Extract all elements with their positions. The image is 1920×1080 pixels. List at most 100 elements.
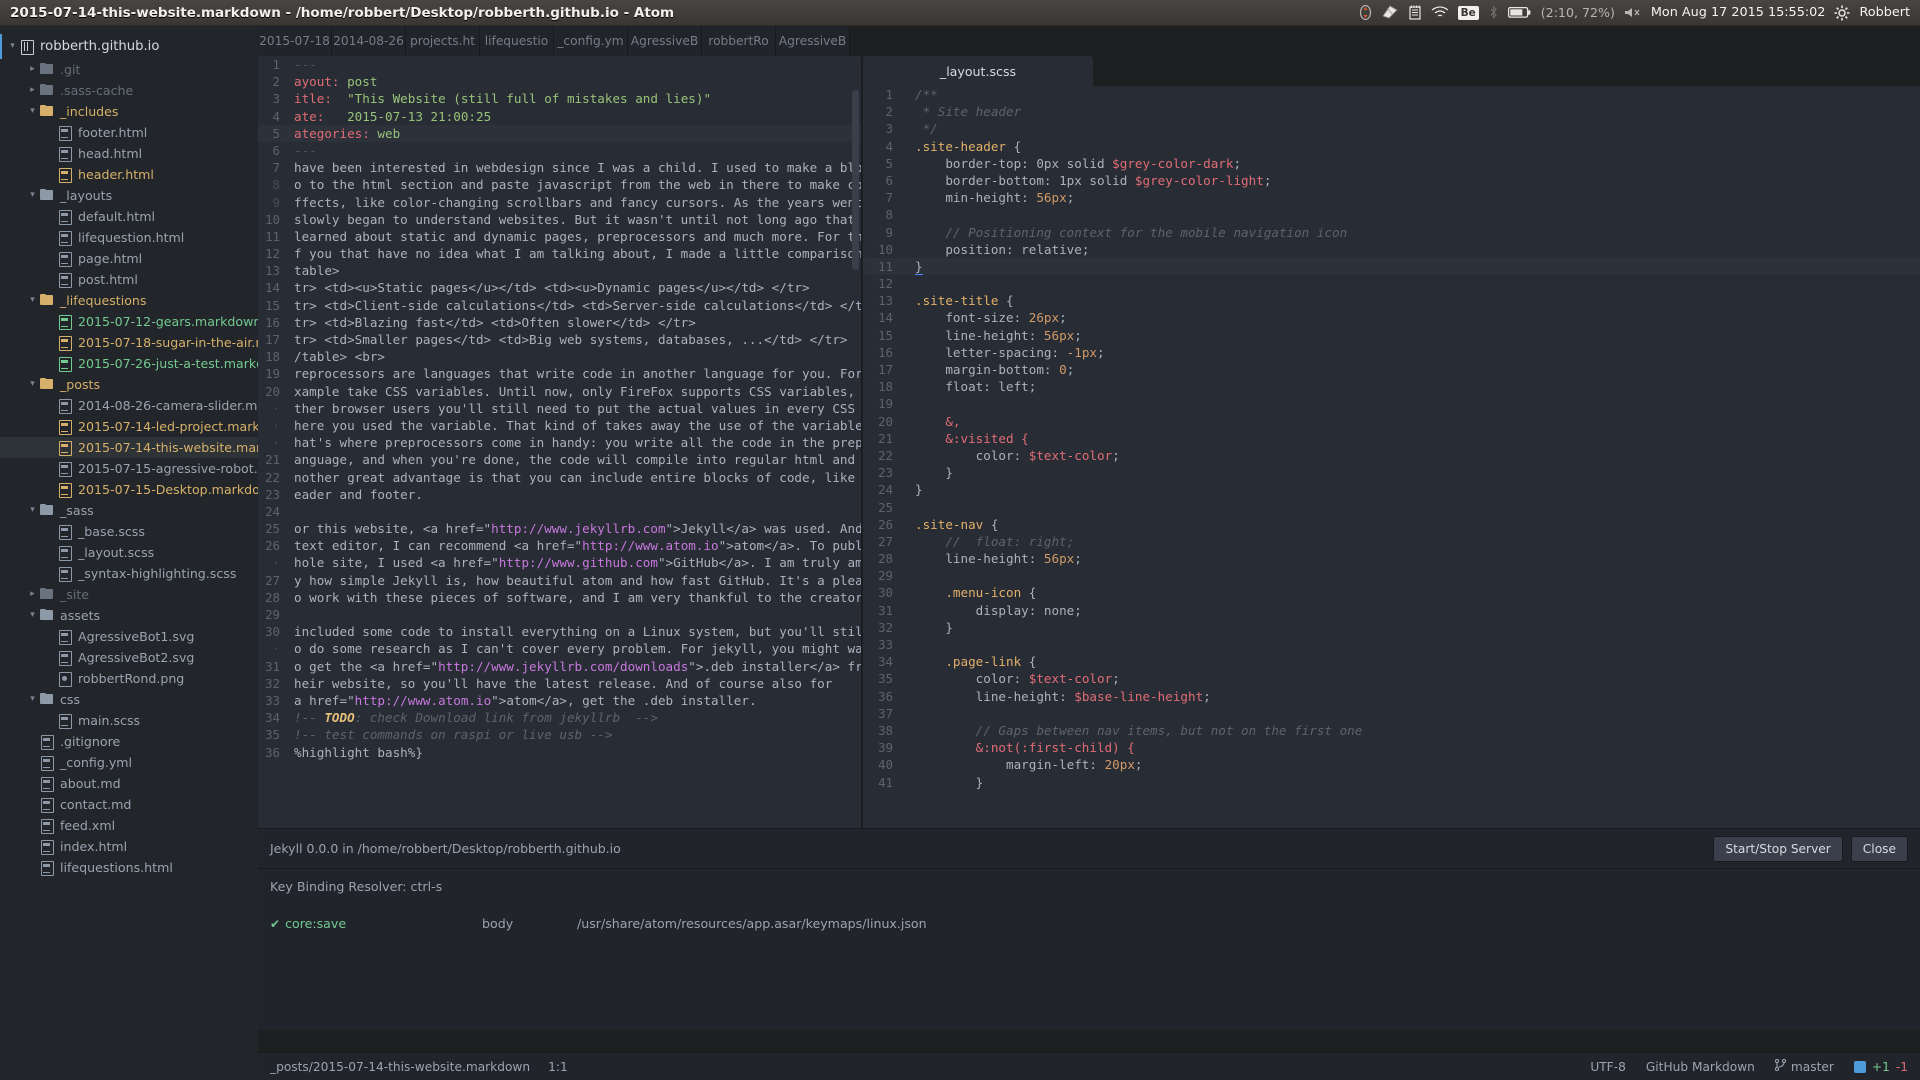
code-line[interactable]: 5ategories: web — [258, 125, 861, 142]
tab-layout-scss[interactable]: _layout.scss — [863, 56, 1093, 86]
tree-item-robbertrond-png[interactable]: robbertRond.png — [0, 668, 258, 689]
code-line[interactable]: ·hat's where preprocessors come in handy… — [258, 434, 861, 451]
code-line[interactable]: 18 float: left; — [863, 378, 1920, 395]
code-line[interactable]: 9ffects, like color-changing scrollbars … — [258, 194, 861, 211]
tab-agressiveb[interactable]: AgressiveB — [628, 26, 702, 56]
code-line[interactable]: 32heir website, so you'll have the lates… — [258, 675, 861, 692]
battery-icon[interactable] — [1508, 6, 1532, 19]
tree-item-2015-07-15-desktop-markdown[interactable]: 2015-07-15-Desktop.markdown — [0, 479, 258, 500]
code-line[interactable]: 17 margin-bottom: 0; — [863, 361, 1920, 378]
tree-item-footer-html[interactable]: footer.html — [0, 122, 258, 143]
code-line[interactable]: 25or this website, <a href="http://www.j… — [258, 520, 861, 537]
tree-item-default-html[interactable]: default.html — [0, 206, 258, 227]
tab-projects-ht[interactable]: projects.ht — [406, 26, 480, 56]
code-line[interactable]: 12f you that have no idea what I am talk… — [258, 245, 861, 262]
code-line[interactable]: 18/table> <br> — [258, 348, 861, 365]
tree-item-post-html[interactable]: post.html — [0, 269, 258, 290]
code-line[interactable]: 28 line-height: 56px; — [863, 550, 1920, 567]
tree-item--site[interactable]: _site — [0, 584, 258, 605]
tree-view[interactable]: robberth.github.io .git.sass-cache_inclu… — [0, 26, 258, 1080]
code-line[interactable]: 35 color: $text-color; — [863, 670, 1920, 687]
chevron-down-icon[interactable] — [26, 611, 39, 620]
tree-item--layouts[interactable]: _layouts — [0, 185, 258, 206]
tree-item-2015-07-12-gears-markdown[interactable]: 2015-07-12-gears.markdown — [0, 311, 258, 332]
tree-item-2015-07-18-sugar-in-the-air-markdown[interactable]: 2015-07-18-sugar-in-the-air.markdown — [0, 332, 258, 353]
code-line[interactable]: 7have been interested in webdesign since… — [258, 159, 861, 176]
code-line[interactable]: 31o get the <a href="http://www.jekyllrb… — [258, 658, 861, 675]
code-line[interactable]: 4ate: 2015-07-13 21:00:25 — [258, 108, 861, 125]
tree-item-css[interactable]: css — [0, 689, 258, 710]
code-line[interactable]: 33a href="http://www.atom.io">atom</a>, … — [258, 692, 861, 709]
code-line[interactable]: 2 * Site header — [863, 103, 1920, 120]
key-binding-row[interactable]: ✔ core:save body /usr/share/atom/resourc… — [270, 916, 1908, 931]
tree-item-agressivebot2-svg[interactable]: AgressiveBot2.svg — [0, 647, 258, 668]
keyboard-locale-badge[interactable]: Be — [1458, 6, 1479, 20]
chevron-down-icon[interactable] — [26, 296, 39, 305]
code-line[interactable]: 15 line-height: 56px; — [863, 327, 1920, 344]
code-line[interactable]: 11learned about static and dynamic pages… — [258, 228, 861, 245]
code-line[interactable]: 30 .menu-icon { — [863, 584, 1920, 601]
tab-2015-07-18[interactable]: 2015-07-18 — [258, 26, 332, 56]
wifi-icon[interactable] — [1431, 6, 1449, 19]
chevron-right-icon[interactable] — [26, 86, 39, 95]
tab-agressiveb[interactable]: AgressiveB — [776, 26, 850, 56]
chevron-down-icon[interactable] — [26, 191, 39, 200]
notes-icon[interactable] — [1408, 5, 1422, 20]
code-line[interactable]: 16 letter-spacing: -1px; — [863, 344, 1920, 361]
code-line[interactable]: 8o to the html section and paste javascr… — [258, 176, 861, 193]
chevron-down-icon[interactable] — [26, 107, 39, 116]
tree-item-2015-07-14-led-project-markdown[interactable]: 2015-07-14-led-project.markdown — [0, 416, 258, 437]
code-line[interactable]: 15tr> <td>Client-side calculations</td> … — [258, 297, 861, 314]
code-line[interactable]: 29 — [863, 567, 1920, 584]
code-line[interactable]: 10slowly began to understand websites. B… — [258, 211, 861, 228]
code-line[interactable]: 40 margin-left: 20px; — [863, 756, 1920, 773]
tree-item--syntax-highlighting-scss[interactable]: _syntax-highlighting.scss — [0, 563, 258, 584]
tree-item-2015-07-26-just-a-test-markdown[interactable]: 2015-07-26-just-a-test.markdown — [0, 353, 258, 374]
tree-item-2015-07-15-agressive-robot-markdown[interactable]: 2015-07-15-agressive-robot.markdown — [0, 458, 258, 479]
code-line[interactable]: 22nother great advantage is that you can… — [258, 469, 861, 486]
tree-item-2015-07-14-this-website-markdown[interactable]: 2015-07-14-this-website.markdown — [0, 437, 258, 458]
code-line[interactable]: 36%highlight bash%} — [258, 744, 861, 761]
scss-source-code[interactable]: 1/**2 * Site header3 */4.site-header {5 … — [863, 86, 1920, 791]
code-line[interactable]: 20 &, — [863, 413, 1920, 430]
code-line[interactable]: 5 border-top: 0px solid $grey-color-dark… — [863, 155, 1920, 172]
code-line[interactable]: 12 — [863, 275, 1920, 292]
code-line[interactable]: 23 } — [863, 464, 1920, 481]
tree-item-page-html[interactable]: page.html — [0, 248, 258, 269]
code-line[interactable]: 10 position: relative; — [863, 241, 1920, 258]
code-line[interactable]: 34 .page-link { — [863, 653, 1920, 670]
tree-item-index-html[interactable]: index.html — [0, 836, 258, 857]
chevron-down-icon[interactable] — [26, 506, 39, 515]
code-line[interactable]: 13.site-title { — [863, 292, 1920, 309]
tree-item-agressivebot1-svg[interactable]: AgressiveBot1.svg — [0, 626, 258, 647]
tree-item-2014-08-26-camera-slider-markdown[interactable]: 2014-08-26-camera-slider.markdown — [0, 395, 258, 416]
code-line[interactable]: 1/** — [863, 86, 1920, 103]
status-git-diff[interactable]: +1 -1 — [1854, 1060, 1908, 1074]
code-line[interactable]: 14tr> <td><u>Static pages</u></td> <td><… — [258, 279, 861, 296]
code-line[interactable]: 2ayout: post — [258, 73, 861, 90]
username[interactable]: Robbert — [1859, 5, 1910, 20]
code-line[interactable]: 7 min-height: 56px; — [863, 189, 1920, 206]
chevron-down-icon[interactable] — [6, 42, 19, 51]
pane-left-markdown[interactable]: 1---2ayout: post3itle: "This Website (st… — [258, 56, 862, 828]
tree-item-lifequestions-html[interactable]: lifequestions.html — [0, 857, 258, 878]
code-line[interactable]: 11} — [863, 258, 1920, 275]
tree-item--sass-cache[interactable]: .sass-cache — [0, 80, 258, 101]
code-line[interactable]: 31 display: none; — [863, 602, 1920, 619]
code-line[interactable]: 25 — [863, 499, 1920, 516]
gear-icon[interactable] — [1834, 5, 1850, 21]
code-line[interactable]: 6 border-bottom: 1px solid $grey-color-l… — [863, 172, 1920, 189]
code-line[interactable]: 34!-- TODO: check Download link from jek… — [258, 709, 861, 726]
code-line[interactable]: 27y how simple Jekyll is, how beautiful … — [258, 572, 861, 589]
code-line[interactable]: 26text editor, I can recommend <a href="… — [258, 537, 861, 554]
tree-item-main-scss[interactable]: main.scss — [0, 710, 258, 731]
tree-item--includes[interactable]: _includes — [0, 101, 258, 122]
tree-item--git[interactable]: .git — [0, 59, 258, 80]
chevron-right-icon[interactable] — [26, 65, 39, 74]
code-line[interactable]: 36 line-height: $base-line-height; — [863, 688, 1920, 705]
code-line[interactable]: 13table> — [258, 262, 861, 279]
tree-item-lifequestion-html[interactable]: lifequestion.html — [0, 227, 258, 248]
code-line[interactable]: 24 — [258, 503, 861, 520]
tree-root[interactable]: robberth.github.io — [0, 34, 258, 59]
code-line[interactable]: 32 } — [863, 619, 1920, 636]
